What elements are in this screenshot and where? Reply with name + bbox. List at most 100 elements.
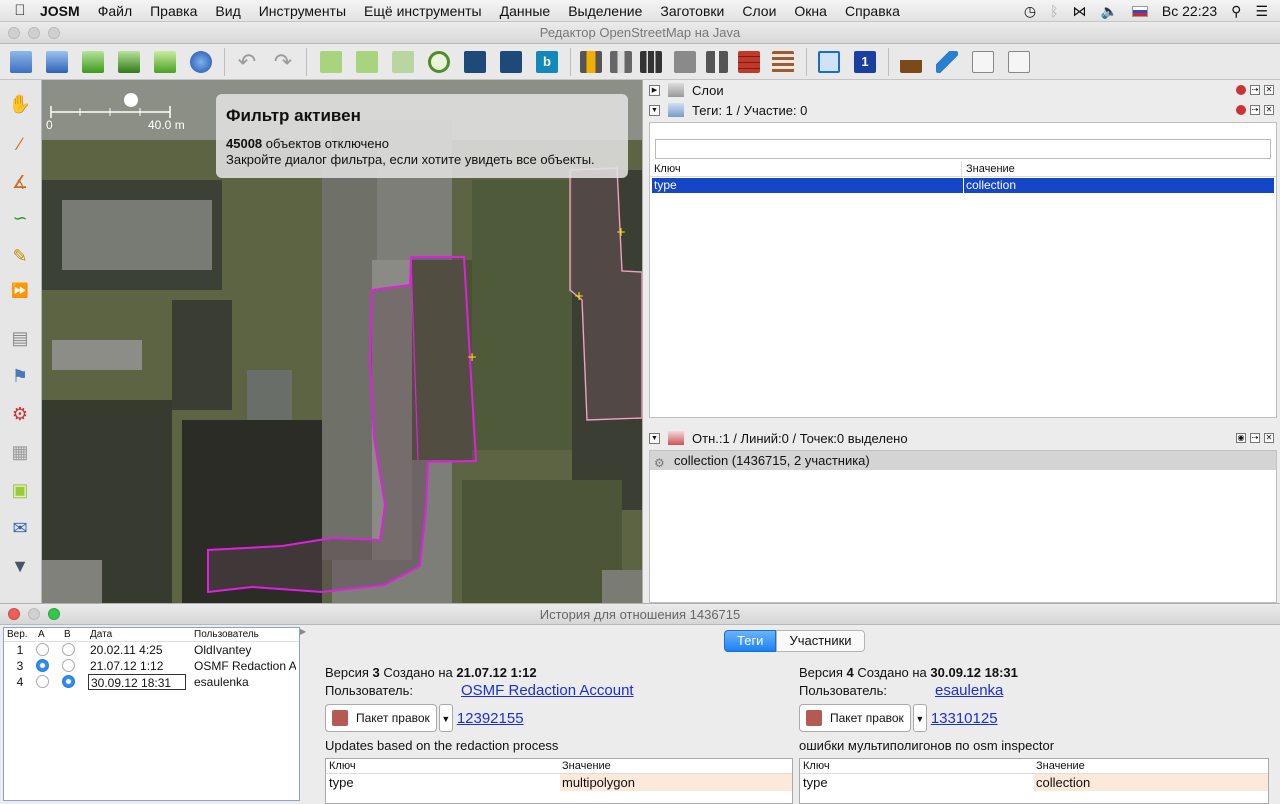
tags-col-value[interactable]: Значение <box>962 161 1015 176</box>
menu-data[interactable]: Данные <box>500 3 551 19</box>
map-view[interactable]: + + + 0 40.0 m Фильтр активен 45008 объе… <box>42 80 642 603</box>
tags-col-key[interactable]: Ключ <box>650 161 962 176</box>
parallel-way-tool[interactable]: ∽ <box>6 204 34 232</box>
preset-wall-button[interactable] <box>734 47 764 77</box>
menu-edit[interactable]: Правка <box>150 3 197 19</box>
layers-panel-close-icon[interactable]: ✕ <box>1264 85 1274 95</box>
undo-button[interactable]: ↶ <box>232 47 262 77</box>
menu-tools[interactable]: Инструменты <box>259 3 346 19</box>
close-window-button[interactable] <box>8 27 20 39</box>
minimize-window-button[interactable] <box>28 27 40 39</box>
zoom-to-selection-button[interactable] <box>352 47 382 77</box>
version-a-changeset-button[interactable]: Пакет правок <box>325 704 437 732</box>
layers-panel-hide-icon[interactable] <box>1236 85 1246 95</box>
tag-value-cell[interactable]: collection <box>964 178 1016 193</box>
menu-view[interactable]: Вид <box>215 3 240 19</box>
tag-key-cell[interactable]: type <box>652 178 964 193</box>
selection-panel-detach-icon[interactable]: ⇢ <box>1250 433 1260 443</box>
zoom-window-button[interactable] <box>48 27 60 39</box>
tags-panel-detach-icon[interactable]: ⇢ <box>1250 105 1260 115</box>
tag-filter-input[interactable] <box>655 139 1271 159</box>
history-zoom-button[interactable] <box>48 608 60 620</box>
apple-icon[interactable]:  <box>0 2 40 19</box>
spotlight-search-icon[interactable]: ⚲ <box>1231 3 1241 20</box>
time-machine-icon[interactable]: ◷ <box>1024 3 1036 20</box>
imagery-2-button[interactable] <box>496 47 526 77</box>
col-user[interactable]: Пользователь <box>192 628 259 641</box>
preset-railway-button[interactable] <box>768 47 798 77</box>
menu-windows[interactable]: Окна <box>794 3 827 19</box>
selection-toggle[interactable]: ▦ <box>6 438 34 466</box>
relations-toggle[interactable]: ⚙ <box>6 400 34 428</box>
tags-panel-header[interactable]: ▼ Теги: 1 / Участие: 0 <box>649 100 807 120</box>
version-a-changeset-dropdown[interactable]: ▼ <box>438 704 453 732</box>
upload-button[interactable] <box>150 47 180 77</box>
download-button[interactable] <box>78 47 108 77</box>
download-new-layer-button[interactable] <box>114 47 144 77</box>
version-row[interactable]: 3 21.07.12 1:12 OSMF Redaction A <box>4 658 299 674</box>
preset-waterway-button[interactable] <box>932 47 962 77</box>
menu-selection[interactable]: Выделение <box>568 3 642 19</box>
collapse-triangle-icon[interactable]: ▼ <box>649 104 660 116</box>
more-tools[interactable]: ⏩ <box>6 276 34 304</box>
tags-toggle[interactable]: ⚑ <box>6 362 34 390</box>
bluetooth-icon[interactable]: ᛒ <box>1050 3 1058 19</box>
preset-road-4-button[interactable] <box>670 47 700 77</box>
version-b-changeset-dropdown[interactable]: ▼ <box>912 704 927 732</box>
preset-node-button[interactable] <box>702 47 732 77</box>
selection-panel-header[interactable]: ▼ Отн.:1 / Линий:0 / Точек:0 выделено <box>649 428 908 448</box>
zoom-to-data-button[interactable] <box>316 47 346 77</box>
version-b-changeset-link[interactable]: 13310125 <box>931 710 998 727</box>
notification-center-icon[interactable]: ☰ <box>1255 3 1268 20</box>
search-preset-button[interactable] <box>968 47 998 77</box>
version-row[interactable]: 4 30.09.12 18:31 esaulenka <box>4 674 299 690</box>
draw-node-tool[interactable]: ∕ <box>6 130 34 158</box>
menu-more-tools[interactable]: Ещё инструменты <box>364 3 482 19</box>
preferences-button[interactable] <box>186 47 216 77</box>
tags-panel-close-icon[interactable]: ✕ <box>1264 105 1274 115</box>
version-b-user-link[interactable]: esaulenka <box>935 682 1003 699</box>
radio-b[interactable] <box>62 643 75 656</box>
tab-members[interactable]: Участники <box>776 630 865 652</box>
imagery-wms-button[interactable] <box>388 47 418 77</box>
version-b-changeset-button[interactable]: Пакет правок <box>799 704 911 732</box>
menu-help[interactable]: Справка <box>845 3 900 19</box>
tab-tags[interactable]: Теги <box>724 630 777 652</box>
bing-imagery-button[interactable]: b <box>532 47 562 77</box>
menu-layers[interactable]: Слои <box>742 3 776 19</box>
search-button[interactable] <box>424 47 454 77</box>
app-menu[interactable]: JOSM <box>40 3 80 19</box>
radio-a[interactable] <box>36 659 49 672</box>
preset-info-button[interactable]: 1 <box>850 47 880 77</box>
tags-table-row[interactable]: type collection <box>652 178 1274 193</box>
collapse-triangle-icon[interactable]: ▼ <box>649 432 660 444</box>
version-row[interactable]: 1 20.02.11 4:25 OldIvantey <box>4 642 299 658</box>
col-date[interactable]: Дата <box>88 628 192 641</box>
version-b-tag-row[interactable]: type collection <box>800 774 1268 791</box>
preset-road-button[interactable] <box>576 47 606 77</box>
volume-icon[interactable]: 🔈 <box>1100 3 1117 20</box>
input-language-flag-icon[interactable] <box>1131 5 1148 17</box>
selection-list-item[interactable]: ⚙ collection (1436715, 2 участника) <box>650 451 1276 470</box>
layers-panel-detach-icon[interactable]: ⇢ <box>1250 85 1260 95</box>
draw-tool[interactable]: ✎ <box>6 242 34 270</box>
messages-toggle[interactable]: ✉ <box>6 514 34 542</box>
selection-panel-eye-icon[interactable]: ◉ <box>1236 433 1246 443</box>
redo-button[interactable]: ↷ <box>268 47 298 77</box>
col-b[interactable]: B <box>62 628 88 641</box>
layers-toggle[interactable]: ▤ <box>6 324 34 352</box>
filter-toggle[interactable]: ▼ <box>6 552 34 580</box>
menu-presets[interactable]: Заготовки <box>660 3 724 19</box>
col-version[interactable]: Вер. <box>4 628 36 641</box>
version-a-changeset-link[interactable]: 12392155 <box>457 710 524 727</box>
menu-file[interactable]: Файл <box>98 3 132 19</box>
layers-panel-header[interactable]: ▶ Слои <box>649 80 724 100</box>
imagery-1-button[interactable] <box>460 47 490 77</box>
radio-b[interactable] <box>62 659 75 672</box>
version-a-tag-row[interactable]: type multipolygon <box>326 774 792 791</box>
preset-road-3-button[interactable] <box>636 47 666 77</box>
splitter-handle[interactable]: ▶ <box>300 627 308 801</box>
col-a[interactable]: A <box>36 628 62 641</box>
open-file-button[interactable] <box>6 47 36 77</box>
improve-way-tool[interactable]: ∡ <box>6 168 34 196</box>
